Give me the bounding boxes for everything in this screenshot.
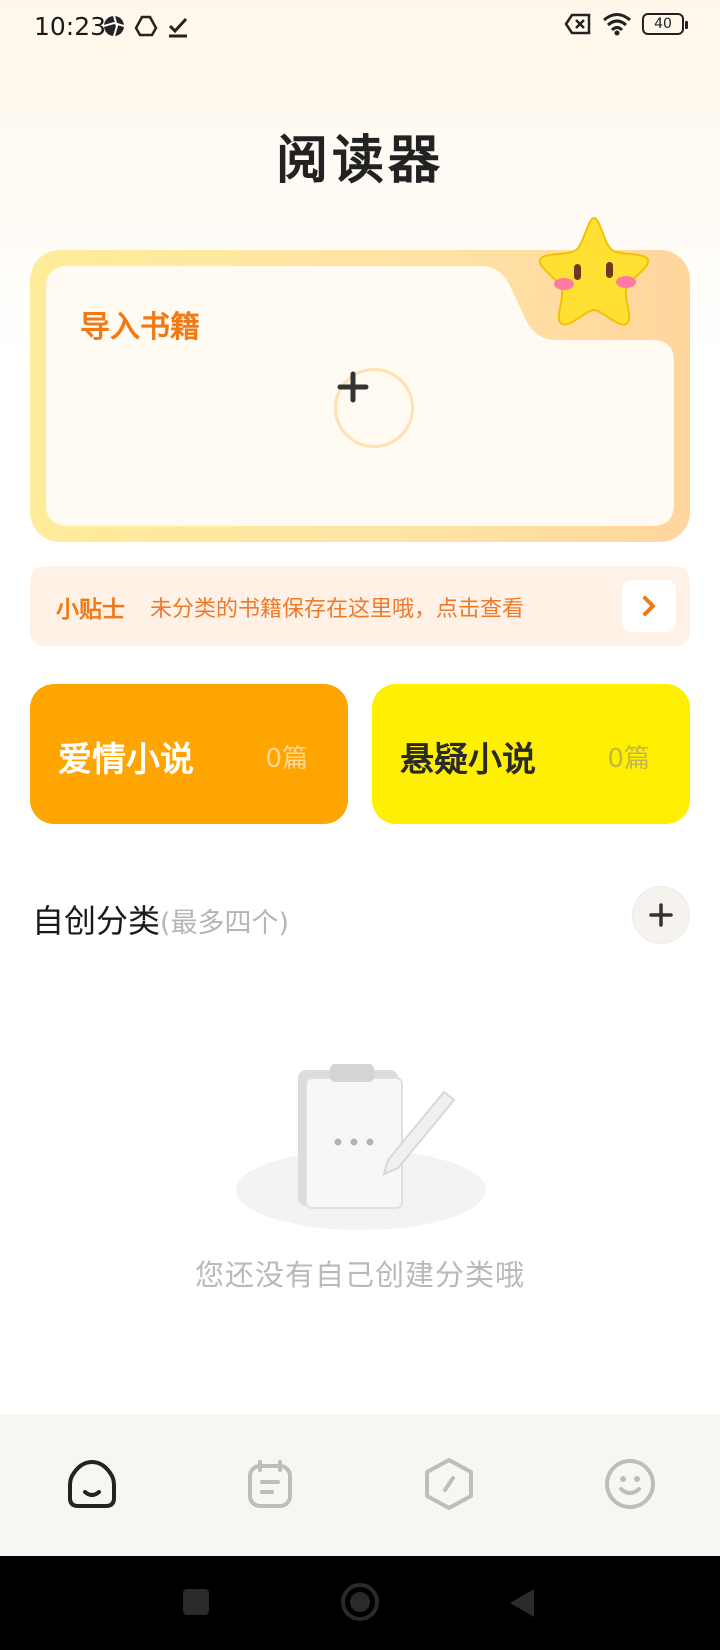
plus-icon [337, 371, 369, 403]
check-download-icon [168, 17, 188, 38]
status-time: 10:23 [34, 12, 107, 41]
category-count: 0篇 [265, 744, 308, 774]
import-add-button[interactable] [334, 368, 414, 448]
profile-icon[interactable] [602, 1456, 658, 1512]
category-count: 0篇 [607, 744, 650, 774]
tip-banner[interactable]: 小贴士 未分类的书籍保存在这里哦，点击查看 [30, 566, 690, 646]
import-books-label: 导入书籍 [80, 310, 200, 345]
empty-state-text: 您还没有自己创建分类哦 [194, 1258, 525, 1292]
page-title: 阅读器 [275, 131, 444, 191]
custom-categories-title: 自创分类(最多四个) [32, 896, 289, 942]
sim-off-icon [564, 13, 591, 35]
home-button-icon[interactable] [340, 1582, 380, 1622]
category-name: 爱情小说 [58, 740, 194, 780]
category-name: 悬疑小说 [400, 740, 536, 780]
custom-categories-label: 自创分类 [32, 902, 161, 940]
recents-icon[interactable] [180, 1586, 212, 1618]
status-bar: 10:23 40 [0, 0, 720, 56]
drive-icon [134, 15, 158, 37]
camera-aperture-icon [103, 15, 125, 37]
battery-indicator: 40 [642, 13, 688, 35]
category-card-romance[interactable]: 爱情小说 0篇 [30, 684, 348, 824]
empty-clipboard-illustration [236, 1064, 486, 1230]
star-mascot-icon [538, 216, 650, 326]
category-card-mystery[interactable]: 悬疑小说 0篇 [372, 684, 690, 824]
back-icon[interactable] [506, 1586, 538, 1620]
tip-tag: 小贴士 [56, 597, 125, 623]
add-category-button[interactable] [632, 886, 690, 944]
compass-icon[interactable] [421, 1456, 477, 1512]
bottom-tab-bar [0, 1414, 720, 1556]
tip-text: 未分类的书籍保存在这里哦，点击查看 [150, 597, 525, 622]
home-icon[interactable] [64, 1456, 120, 1512]
chevron-right-icon [643, 596, 655, 616]
tip-arrow-button[interactable] [622, 580, 676, 632]
plus-icon [649, 903, 673, 927]
custom-categories-hint: (最多四个) [160, 908, 290, 939]
notes-icon[interactable] [242, 1456, 298, 1512]
system-nav-bar [0, 1556, 720, 1650]
wifi-icon [603, 13, 631, 36]
